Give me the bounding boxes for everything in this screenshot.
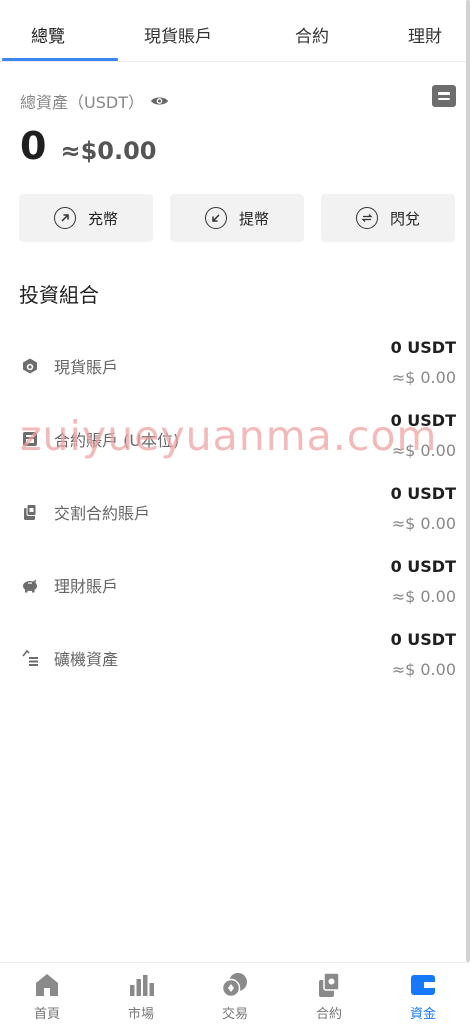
nav-label: 市場	[127, 1007, 154, 1022]
account-usd-value: ≈$ 0.00	[391, 514, 456, 533]
withdraw-label: 提幣	[238, 209, 269, 228]
total-assets-label: 總資產（USDT）	[20, 89, 169, 113]
tab-wealth[interactable]: 理財	[408, 22, 442, 47]
account-name: 現貨賬戶	[54, 358, 119, 377]
portfolio-title: 投資組合	[19, 283, 99, 307]
swap-icon	[355, 207, 378, 229]
piggy-bank-icon	[23, 579, 37, 593]
account-name: 交割合約賬戶	[54, 504, 151, 523]
account-row-futures[interactable]: 合約賬戶 (U本位) 0 USDT ≈$ 0.00	[0, 409, 469, 479]
trade-coins-icon	[221, 973, 247, 998]
mining-icon	[22, 649, 38, 666]
tab-spot-account[interactable]: 現貨賬戶	[144, 22, 212, 47]
nav-contract[interactable]: 合約	[282, 963, 376, 1024]
account-usd-value: ≈$ 0.00	[391, 441, 456, 460]
nav-market[interactable]: 市場	[94, 963, 188, 1024]
total-assets-amount: 0 ≈$0.00	[20, 124, 156, 168]
home-icon	[36, 974, 58, 996]
account-usd-value: ≈$ 0.00	[391, 587, 456, 606]
tab-contract[interactable]: 合約	[295, 22, 329, 47]
account-usdt-balance: 0 USDT	[390, 557, 456, 576]
delivery-account-icon	[24, 504, 37, 520]
deposit-button[interactable]: 充幣	[19, 194, 153, 242]
nav-funds[interactable]: 資金	[376, 963, 470, 1024]
account-usdt-balance: 0 USDT	[390, 484, 456, 503]
contract-icon	[319, 972, 340, 997]
account-row-spot[interactable]: 現貨賬戶 0 USDT ≈$ 0.00	[0, 336, 469, 406]
futures-account-icon	[23, 432, 37, 446]
top-tab-bar: 總覽 現貨賬戶 合約 理財	[0, 0, 469, 62]
account-usdt-balance: 0 USDT	[390, 630, 456, 649]
total-assets-usd: ≈$0.00	[60, 137, 157, 165]
account-usd-value: ≈$ 0.00	[391, 368, 456, 387]
wallet-icon	[411, 975, 435, 995]
spot-account-icon	[23, 358, 37, 374]
account-name: 理財賬戶	[54, 577, 119, 596]
tab-overview[interactable]: 總覽	[31, 22, 65, 47]
nav-label: 首頁	[33, 1007, 60, 1022]
deposit-label: 充幣	[87, 209, 118, 228]
bottom-navigation: 首頁 市場 交易 合約 資金	[0, 962, 469, 1024]
scrollbar[interactable]	[466, 0, 470, 962]
nav-label: 資金	[409, 1007, 436, 1022]
arrow-down-left-icon	[204, 207, 227, 229]
account-row-delivery[interactable]: 交割合約賬戶 0 USDT ≈$ 0.00	[0, 482, 469, 552]
account-row-wealth[interactable]: 理財賬戶 0 USDT ≈$ 0.00	[0, 555, 469, 625]
nav-label: 交易	[221, 1007, 248, 1022]
account-row-mining[interactable]: 礦機資產 0 USDT ≈$ 0.00	[0, 628, 469, 698]
total-assets-label-text: 總資產（USDT）	[20, 93, 144, 112]
convert-button[interactable]: 閃兌	[321, 194, 455, 242]
convert-label: 閃兌	[389, 209, 420, 228]
market-chart-icon	[130, 975, 154, 996]
asset-details-icon[interactable]	[432, 85, 456, 107]
total-assets-value: 0	[20, 124, 47, 168]
assets-page: 總覽 現貨賬戶 合約 理財 總資產（USDT） 0 ≈$0.00 充幣 提幣 閃…	[0, 0, 469, 1024]
account-usdt-balance: 0 USDT	[390, 411, 456, 430]
active-tab-indicator	[2, 58, 118, 61]
account-usdt-balance: 0 USDT	[390, 338, 456, 357]
eye-icon[interactable]	[150, 95, 169, 107]
account-usd-value: ≈$ 0.00	[391, 660, 456, 679]
withdraw-button[interactable]: 提幣	[170, 194, 304, 242]
arrow-up-right-icon	[53, 207, 76, 229]
account-name: 合約賬戶 (U本位)	[54, 431, 180, 450]
nav-label: 合約	[315, 1007, 342, 1022]
nav-home[interactable]: 首頁	[0, 963, 94, 1024]
nav-trade[interactable]: 交易	[188, 963, 282, 1024]
account-name: 礦機資產	[54, 650, 119, 669]
